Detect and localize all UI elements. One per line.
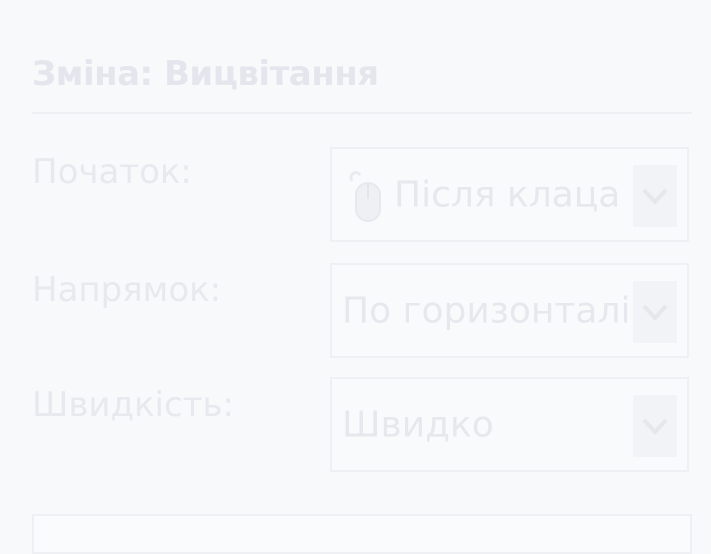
direction-dropdown[interactable]: По горизонталі [330, 263, 689, 358]
chevron-down-icon [642, 304, 668, 321]
mouse-icon [349, 171, 381, 222]
chevron-down-icon [642, 188, 668, 205]
start-dropdown[interactable]: Після клаца [330, 147, 689, 242]
chevron-down-icon [642, 418, 668, 435]
direction-dropdown-arrow[interactable] [633, 281, 677, 343]
direction-value: По горизонталі [342, 290, 631, 331]
speed-label: Швидкість: [32, 385, 234, 425]
start-label: Початок: [32, 152, 192, 192]
title-divider [32, 112, 692, 114]
start-dropdown-arrow[interactable] [633, 165, 677, 227]
effect-options-panel: Зміна: Вицвітання Початок: Після клаца Н… [0, 0, 711, 554]
speed-dropdown[interactable]: Швидко [330, 377, 689, 472]
start-value: Після клаца [394, 174, 621, 215]
direction-label: Напрямок: [32, 270, 222, 310]
speed-value: Швидко [342, 404, 494, 445]
animation-list-box[interactable] [32, 514, 692, 554]
speed-dropdown-arrow[interactable] [633, 395, 677, 457]
panel-title: Зміна: Вицвітання [32, 54, 379, 94]
